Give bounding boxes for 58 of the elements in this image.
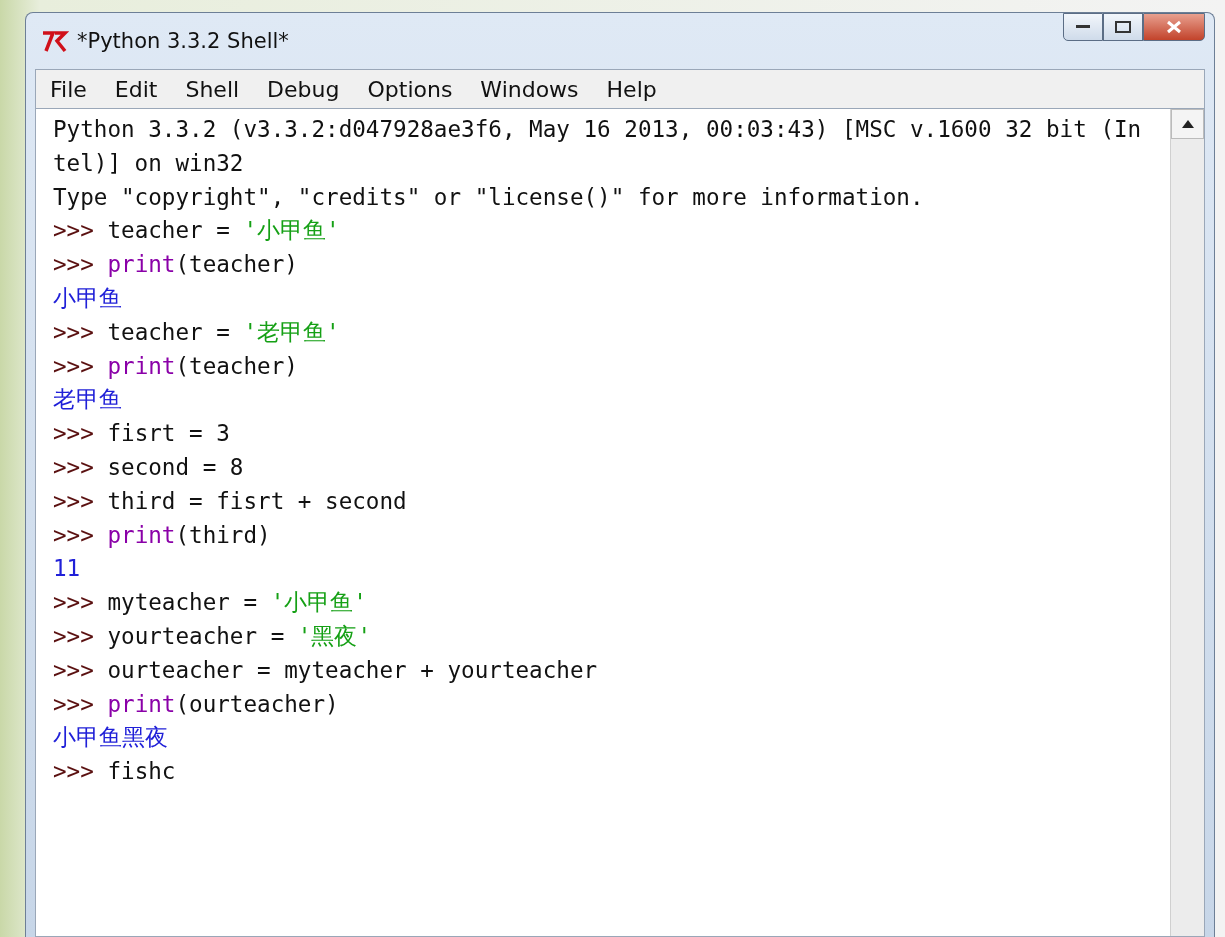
output-text: 11 <box>53 555 81 582</box>
builtin-keyword: print <box>107 352 176 379</box>
close-icon <box>1166 20 1182 34</box>
minimize-icon <box>1076 25 1090 29</box>
prompt: >>> <box>53 420 95 447</box>
code-text: (third) <box>175 521 271 548</box>
code-text: fishc <box>107 758 176 785</box>
code-text: ourteacher = myteacher + yourteacher <box>107 656 598 683</box>
banner-text: Type "copyright", "credits" or "license()" for more information. <box>53 183 924 210</box>
code-text: (teacher) <box>175 352 298 379</box>
code-text: third = fisrt + second <box>107 487 407 514</box>
minimize-button[interactable] <box>1063 13 1103 41</box>
menu-item[interactable]: Shell <box>171 76 254 102</box>
maximize-icon <box>1115 21 1131 33</box>
prompt: >>> <box>53 690 95 717</box>
prompt: >>> <box>53 622 95 649</box>
prompt: >>> <box>53 589 95 616</box>
code-text: myteacher = <box>107 589 259 616</box>
menu-item[interactable]: Debug <box>253 76 354 102</box>
prompt: >>> <box>53 758 95 785</box>
prompt: >>> <box>53 352 95 379</box>
menu-item[interactable]: Edit <box>100 76 172 102</box>
string-literal: '小甲鱼' <box>270 589 367 616</box>
scrollbar[interactable] <box>1170 109 1204 936</box>
scroll-up-button[interactable] <box>1171 109 1204 139</box>
prompt: >>> <box>53 453 95 480</box>
builtin-keyword: print <box>107 690 176 717</box>
prompt: >>> <box>53 521 95 548</box>
output-text: 小甲鱼黑夜 <box>53 724 168 751</box>
code-text: (teacher) <box>175 251 298 278</box>
close-button[interactable] <box>1143 13 1205 41</box>
prompt: >>> <box>53 487 95 514</box>
string-literal: '老甲鱼' <box>243 318 340 345</box>
maximize-button[interactable] <box>1103 13 1143 41</box>
menu-item[interactable]: File <box>36 76 101 102</box>
code-text: (ourteacher) <box>175 690 339 717</box>
banner-text: Python 3.3.2 (v3.3.2:d047928ae3f6, May 16 2013, 00:03:43) [MSC v.1600 32 bit (In <box>53 116 1142 142</box>
prompt: >>> <box>53 217 95 244</box>
code-text: teacher = <box>107 217 231 244</box>
prompt: >>> <box>53 656 95 683</box>
code-text: teacher = <box>107 318 231 345</box>
menu-item[interactable]: Options <box>353 76 467 102</box>
builtin-keyword: print <box>107 251 176 278</box>
code-text: second = 8 <box>107 453 244 480</box>
string-literal: '小甲鱼' <box>243 217 340 244</box>
string-literal: '黑夜' <box>297 622 372 649</box>
window-title: *Python 3.3.2 Shell* <box>77 29 289 53</box>
prompt: >>> <box>53 318 95 345</box>
menu-item[interactable]: Help <box>592 76 671 102</box>
prompt: >>> <box>53 251 95 278</box>
up-arrow-icon <box>1181 120 1194 128</box>
banner-text: tel)] on win32 <box>53 149 244 176</box>
menu-item[interactable]: Windows <box>466 76 593 102</box>
code-text: fisrt = 3 <box>107 420 230 447</box>
code-text: yourteacher = <box>107 622 286 649</box>
output-text: 小甲鱼 <box>53 285 122 311</box>
builtin-keyword: print <box>107 521 176 548</box>
output-text: 老甲鱼 <box>53 386 122 413</box>
